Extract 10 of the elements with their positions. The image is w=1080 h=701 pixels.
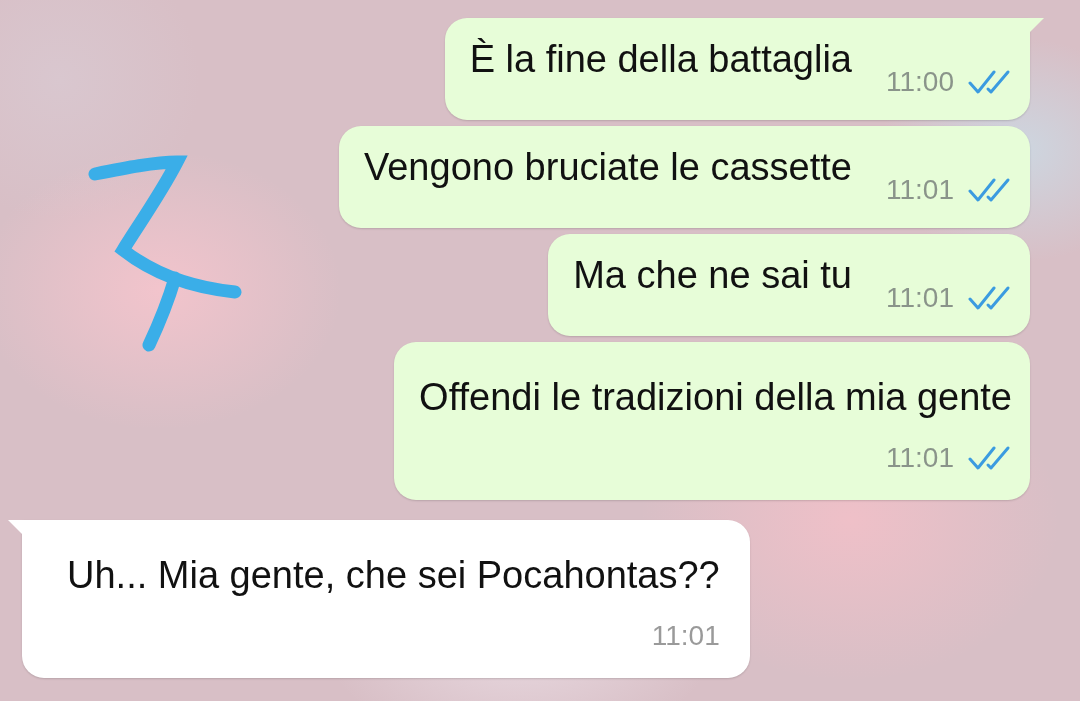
message-time: 11:01 [886,174,954,206]
message-text: Ma che ne sai tu [573,253,852,298]
message-time: 11:01 [886,442,954,474]
message-time: 11:01 [886,282,954,314]
message-text: È la fine della battaglia [469,37,852,82]
message-time: 11:00 [886,66,954,98]
message-text: Offendi le tradizioni della mia gente [419,375,1012,420]
message-time: 11:01 [651,620,720,652]
message-text: Vengono bruciate le cassette [364,145,852,190]
message-text: Uh... Mia gente, che sei Pocahontas?? [67,553,720,598]
